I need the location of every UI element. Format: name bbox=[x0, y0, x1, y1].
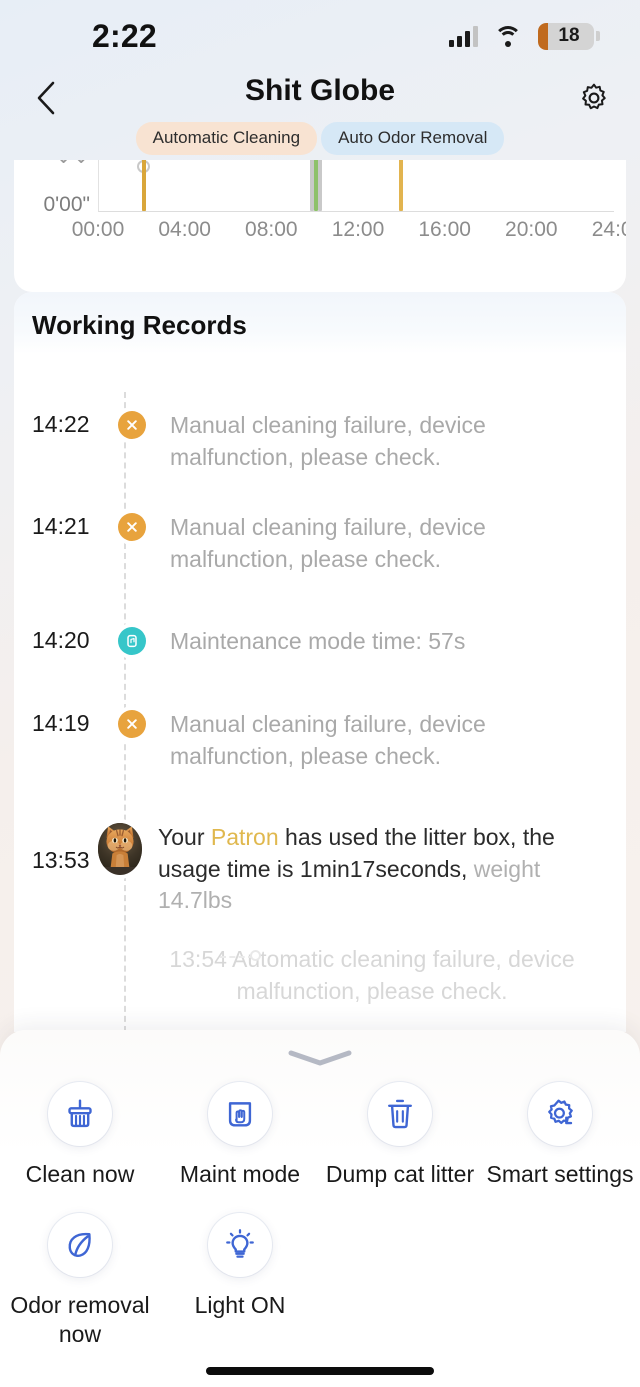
battery-percent-label: 18 bbox=[558, 25, 580, 46]
mode-pill-automatic-cleaning[interactable]: Automatic Cleaning bbox=[135, 122, 318, 155]
error-x-icon bbox=[118, 513, 146, 541]
error-x-icon bbox=[118, 411, 146, 439]
action-label: Smart settings bbox=[486, 1161, 634, 1187]
gear-clock-icon bbox=[548, 1099, 573, 1125]
record-time: 14:20 bbox=[32, 627, 90, 653]
record-row-obscured: x 13:54 Automatic cleaning failure, devi… bbox=[14, 944, 626, 1007]
working-records-header: Working Records bbox=[14, 292, 626, 354]
chart-x-tick-label: 16:00 bbox=[418, 218, 471, 241]
action-clean-now[interactable]: Clean now bbox=[0, 1082, 160, 1189]
action-light-on[interactable]: Light ON bbox=[160, 1212, 320, 1349]
chart-x-tick-label: 20:00 bbox=[505, 218, 558, 241]
action-icon-circle bbox=[528, 1082, 592, 1146]
chart-x-tick-label: 04:00 bbox=[158, 218, 211, 241]
action-icon-circle bbox=[368, 1082, 432, 1146]
record-icon-slot bbox=[110, 410, 154, 473]
record-text-cat-usage: Your Patron has used the litter box, the… bbox=[142, 822, 626, 917]
record-icon-slot bbox=[110, 626, 154, 658]
chart-bar bbox=[317, 160, 322, 211]
action-icon-circle bbox=[48, 1212, 112, 1277]
maintenance-device-icon bbox=[118, 627, 146, 655]
activity-chart-card: ⌄⌄ 0'00" 00:00 04:00 08:00 12:00 16:00 20:00 2… bbox=[14, 160, 626, 292]
records-timeline: 14:22 Manual cleaning failure, device ma… bbox=[14, 354, 626, 1032]
record-text: Manual cleaning failure, device malfunct… bbox=[170, 711, 486, 769]
record-icon-slot bbox=[98, 822, 142, 917]
status-bar-icons: 18 bbox=[449, 22, 600, 50]
cat-avatar-image bbox=[98, 823, 142, 867]
battery-icon: 18 bbox=[538, 22, 594, 50]
working-records-title: Working Records bbox=[32, 310, 247, 340]
chart-bar bbox=[313, 160, 318, 211]
record-icon-slot bbox=[110, 512, 154, 575]
broom-icon bbox=[68, 1099, 92, 1128]
action-dump-cat-litter[interactable]: Dump cat litter bbox=[320, 1082, 480, 1189]
wifi-icon bbox=[494, 25, 522, 47]
chart-x-tick-label: 00:00 bbox=[71, 218, 125, 241]
record-text: Manual cleaning failure, device malfunct… bbox=[170, 412, 486, 470]
chart-bar bbox=[399, 160, 404, 211]
timeline-node-icon bbox=[250, 950, 261, 961]
record-row[interactable]: 14:20 Maintenance mode time: 57s bbox=[14, 626, 626, 658]
action-label: Dump cat litter bbox=[325, 1161, 475, 1187]
gear-icon bbox=[582, 83, 606, 110]
record-row[interactable]: 14:21 Manual cleaning failure, device ma… bbox=[14, 512, 626, 575]
action-label: Clean now bbox=[25, 1161, 135, 1187]
record-time: 14:21 bbox=[32, 513, 90, 539]
app-screen: 2:22 18 Shit Globe Automatic Cleaning Au… bbox=[0, 0, 640, 1387]
record-row[interactable]: 14:19 Manual cleaning failure, device ma… bbox=[14, 709, 626, 772]
cellular-signal-icon bbox=[449, 25, 478, 47]
error-x-icon bbox=[118, 710, 146, 738]
record-time: 14:22 bbox=[32, 411, 90, 437]
trash-icon bbox=[388, 1099, 412, 1129]
chart-plot-area bbox=[98, 160, 614, 212]
action-maint-mode[interactable]: Maint mode bbox=[160, 1082, 320, 1189]
record-icon-slot bbox=[110, 709, 154, 772]
record-time: 13:53 bbox=[32, 847, 90, 873]
record-row[interactable]: 14:22 Manual cleaning failure, device ma… bbox=[14, 410, 626, 473]
action-odor-removal-now[interactable]: Odor removal now bbox=[0, 1212, 160, 1349]
chart-x-tick-label: 24:00 bbox=[591, 218, 626, 241]
cat-usage-prefix: Your bbox=[158, 824, 211, 850]
collapse-sheet-button[interactable] bbox=[285, 1048, 355, 1068]
action-label: Light ON bbox=[194, 1291, 286, 1318]
home-indicator bbox=[206, 1367, 434, 1375]
activity-chart: ⌄⌄ 0'00" 00:00 04:00 08:00 12:00 16:00 20:00 2… bbox=[14, 160, 626, 292]
record-time: 14:19 bbox=[32, 710, 90, 736]
status-bar: 2:22 18 bbox=[0, 0, 640, 72]
settings-button[interactable] bbox=[570, 74, 618, 122]
lightbulb-icon bbox=[226, 1228, 254, 1258]
mode-pill-group: Automatic Cleaning Auto Odor Removal bbox=[0, 122, 640, 155]
record-text: Maintenance mode time: 57s bbox=[170, 628, 466, 654]
action-icon-circle bbox=[48, 1082, 112, 1146]
mode-pill-auto-odor-removal[interactable]: Auto Odor Removal bbox=[321, 122, 505, 155]
status-bar-clock: 2:22 bbox=[92, 17, 157, 54]
record-text: 13:54 Automatic cleaning failure, device… bbox=[169, 946, 575, 1004]
chart-x-tick-label: 12:00 bbox=[331, 218, 385, 241]
cat-avatar bbox=[98, 823, 142, 875]
action-icon-circle bbox=[208, 1212, 272, 1277]
action-sheet: Clean now Maint mode Dump cat litter Sma… bbox=[0, 1030, 640, 1387]
record-row-cat-usage[interactable]: 13:53 Your Patron has used the litter bo… bbox=[14, 822, 626, 917]
record-text: Manual cleaning failure, device malfunct… bbox=[170, 514, 486, 572]
nav-bar: Shit Globe bbox=[0, 68, 640, 126]
chart-x-axis: 00:00 04:00 08:00 12:00 16:00 20:00 24:00 bbox=[72, 218, 626, 248]
record-icon-slot bbox=[110, 944, 261, 1007]
pet-name: Patron bbox=[210, 824, 279, 850]
page-title: Shit Globe bbox=[245, 74, 395, 107]
action-smart-settings[interactable]: Smart settings bbox=[480, 1082, 640, 1189]
action-label: Maint mode bbox=[179, 1161, 301, 1187]
hand-wipe-icon bbox=[228, 1102, 252, 1127]
chart-y-label-zero: 0'00" bbox=[43, 193, 90, 216]
action-icon-circle bbox=[208, 1082, 272, 1146]
chevron-down-icon bbox=[288, 1050, 352, 1066]
working-records-card: Working Records 14:22 Manual cleaning fa… bbox=[14, 292, 626, 1032]
action-grid: Clean now Maint mode Dump cat litter Sma… bbox=[0, 1082, 640, 1348]
action-label: Odor removal now bbox=[10, 1291, 150, 1347]
chart-x-tick-label: 08:00 bbox=[245, 218, 298, 241]
chart-bar bbox=[141, 160, 146, 211]
chart-y-label-clipped: ⌄⌄ bbox=[20, 160, 90, 169]
leaf-icon bbox=[68, 1232, 91, 1257]
